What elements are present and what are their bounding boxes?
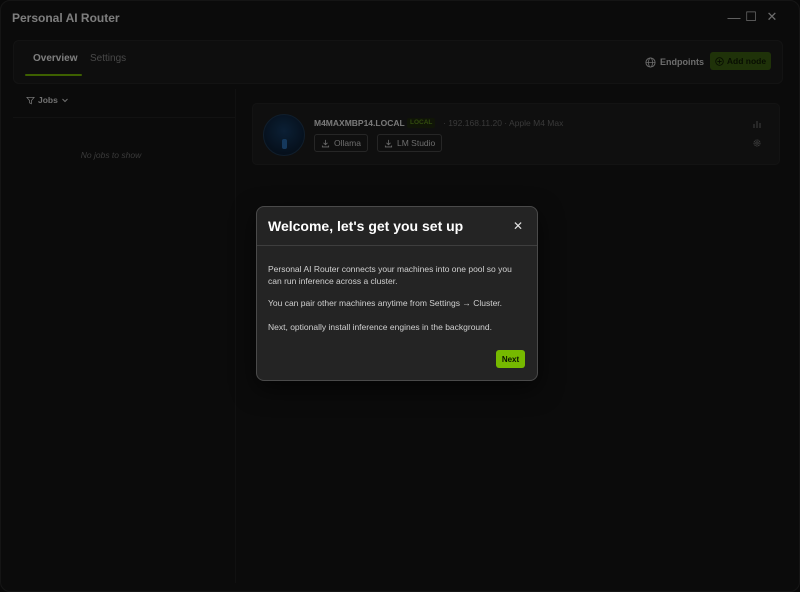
dialog-divider [257, 245, 537, 246]
dialog-title: Welcome, let's get you set up [268, 218, 464, 234]
dialog-paragraph: Personal AI Router connects your machine… [268, 264, 512, 286]
next-button[interactable]: Next [496, 350, 525, 368]
welcome-dialog: Welcome, let's get you set up ✕ Personal… [256, 206, 538, 381]
close-icon[interactable]: ✕ [513, 219, 523, 233]
dialog-paragraph: You can pair other machines anytime from… [268, 298, 503, 308]
dialog-paragraph: Next, optionally install inference engin… [268, 322, 492, 332]
